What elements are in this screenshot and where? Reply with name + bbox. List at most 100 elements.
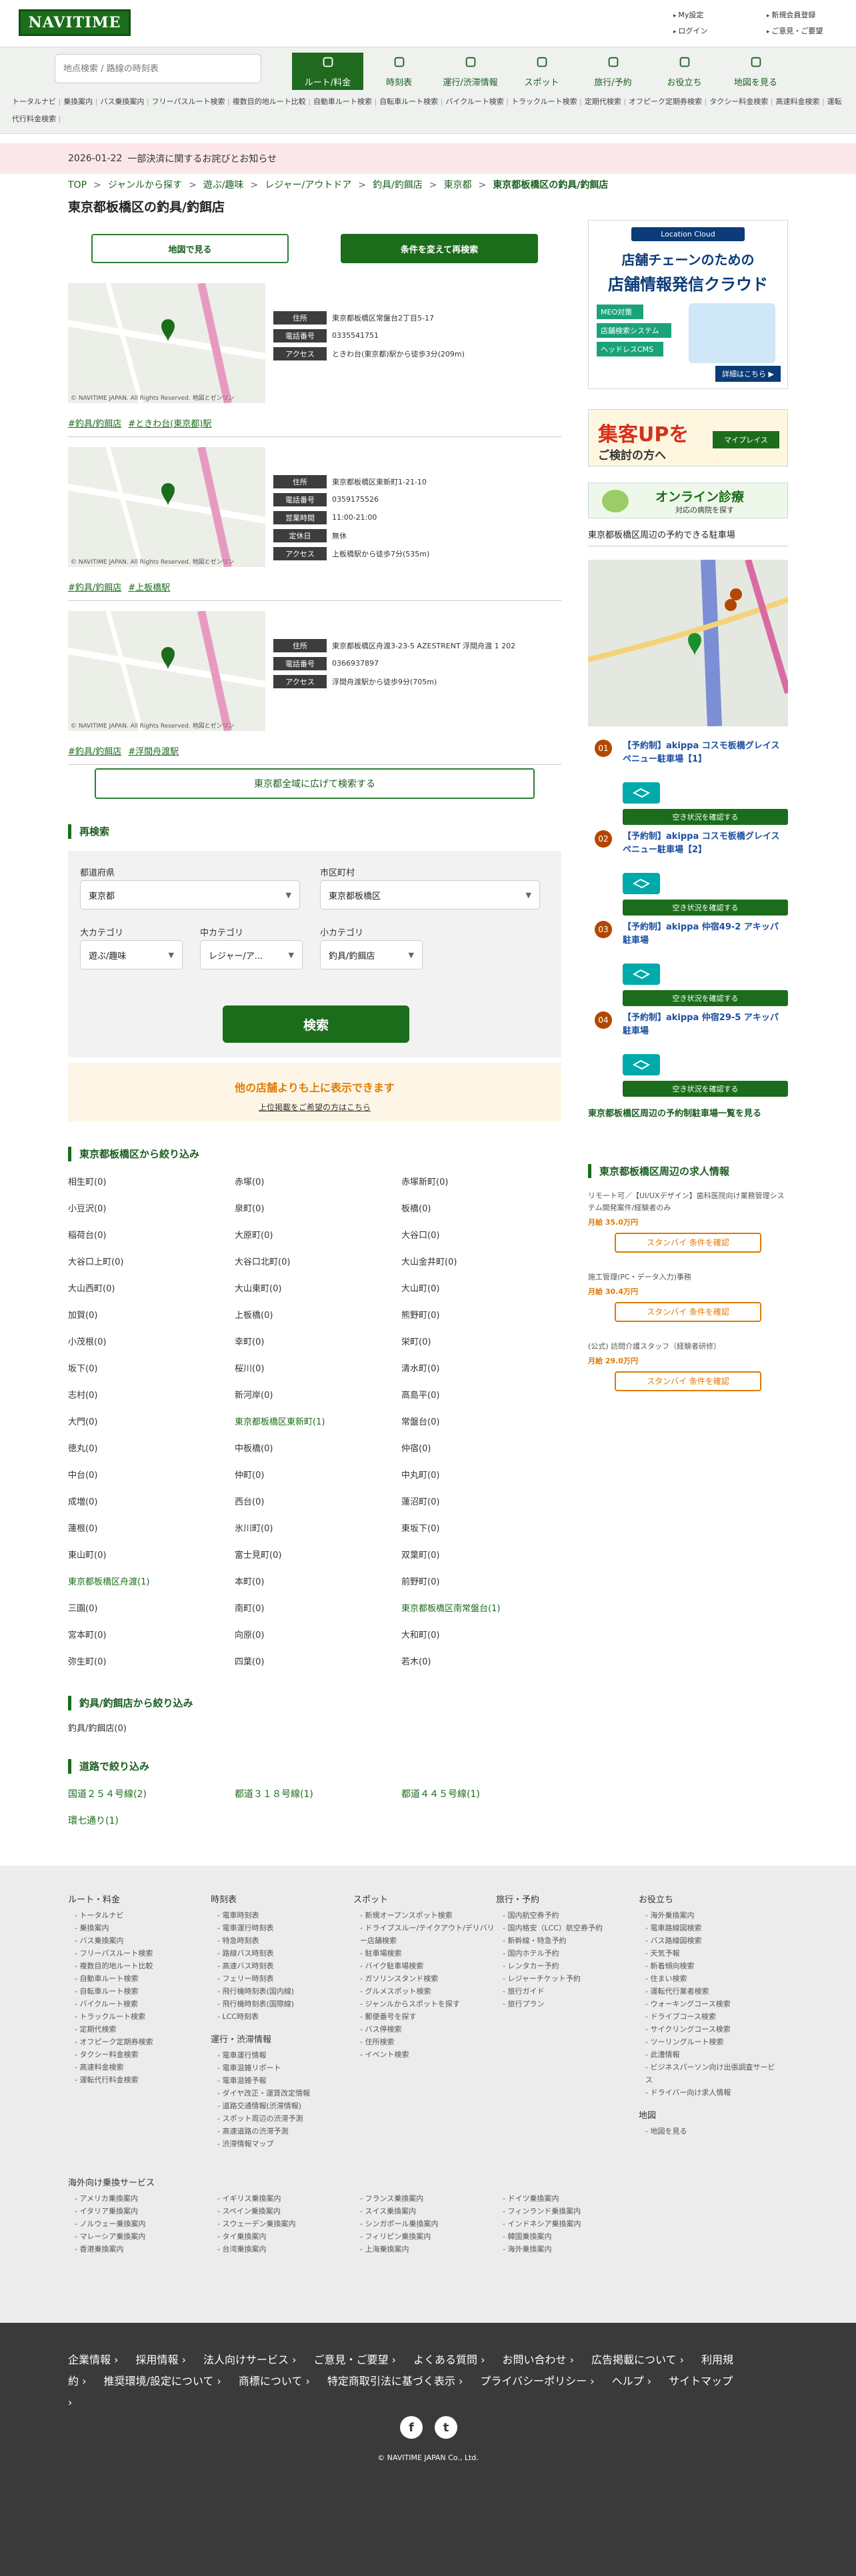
breadcrumb-item[interactable]: 遊ぶ/趣味 — [203, 180, 244, 191]
shop-map[interactable]: © NAVITIME JAPAN. All Rights Reserved. 地… — [68, 611, 265, 731]
cat2-select[interactable]: レジャー/ア... ▼ — [200, 940, 303, 969]
footer-link[interactable]: ドライブスルー/テイクアウト/デリバリー店舗検索 — [353, 1922, 496, 1947]
footer-link[interactable]: 地図を見る — [639, 2125, 781, 2138]
footer-bar-link[interactable]: お問い合わせ — [503, 2353, 575, 2366]
area-item[interactable]: 坂下(0) — [68, 1361, 235, 1377]
area-item[interactable]: 仲宿(0) — [401, 1441, 561, 1457]
footer-link[interactable]: バス乗換案内 — [68, 1934, 211, 1947]
footer-link[interactable]: 旅行プラン — [496, 1998, 639, 2010]
subnav-item[interactable]: タクシー料金検索 — [709, 97, 773, 106]
job-desc[interactable]: (公式) 訪問介護スタッフ（経験者研修） — [588, 1341, 788, 1353]
footer-link[interactable]: 電車運行時刻表 — [211, 1922, 353, 1934]
area-item[interactable]: 高島平(0) — [401, 1388, 561, 1404]
area-item[interactable]: 蓮沼町(0) — [401, 1495, 561, 1511]
expand-search-button[interactable]: 東京都全域に広げて検索する — [95, 768, 535, 799]
area-item[interactable]: 大谷口(0) — [401, 1228, 561, 1244]
footer-bar-link[interactable]: 企業情報 — [68, 2353, 119, 2366]
footer-link[interactable]: 電車運行情報 — [211, 2049, 353, 2062]
footer-link[interactable]: グルメスポット検索 — [353, 1985, 496, 1998]
footer-heading[interactable]: お役立ち — [639, 1892, 781, 1905]
footer-link[interactable]: バイクルート検索 — [68, 1998, 211, 2010]
footer-link[interactable]: 国内格安（LCC）航空券予約 — [496, 1922, 639, 1934]
shop-tag[interactable]: #釣具/釣餌店 — [68, 583, 121, 593]
footer-bar-link[interactable]: ご意見・ご要望 — [314, 2353, 397, 2366]
footer-link[interactable]: 国内航空券予約 — [496, 1909, 639, 1922]
area-item[interactable]: 熊野町(0) — [401, 1308, 561, 1324]
area-item[interactable]: 志村(0) — [68, 1388, 235, 1404]
footer-link[interactable]: ウォーキングコース検索 — [639, 1998, 781, 2010]
footer-link[interactable]: 高速バス時刻表 — [211, 1960, 353, 1972]
overseas-link[interactable]: アメリカ乗換案内 — [68, 2192, 211, 2205]
overseas-link[interactable]: 香港乗換案内 — [68, 2243, 211, 2255]
area-item[interactable]: 相生町(0) — [68, 1175, 235, 1191]
footer-link[interactable]: 電車混雑予報 — [211, 2074, 353, 2087]
tab-2[interactable]: 運行/渋滞情報 — [435, 53, 506, 90]
parking-name[interactable]: 【予約制】akippa コスモ板橋グレイスペニュー駐車場【1】 — [623, 740, 783, 766]
footer-heading[interactable]: 時刻表 — [211, 1892, 353, 1905]
parking-name[interactable]: 【予約制】akippa 仲宿49-2 アキッパ駐車場 — [623, 921, 783, 948]
footer-link[interactable]: 電車時刻表 — [211, 1909, 353, 1922]
footer-bar-link[interactable]: 広告掲載について — [591, 2353, 684, 2366]
footer-bar-link[interactable]: プライバシーポリシー — [480, 2375, 594, 2387]
parking-name[interactable]: 【予約制】akippa 仲宿29-5 アキッパ駐車場 — [623, 1011, 783, 1038]
footer-link[interactable]: 飛行機時刻表(国内線) — [211, 1985, 353, 1998]
footer-bar-link[interactable]: 採用情報 — [136, 2353, 187, 2366]
area-item[interactable]: 赤塚(0) — [235, 1175, 401, 1191]
my-settings-link[interactable]: My設定 — [673, 9, 767, 20]
footer-link[interactable]: 複数目的地ルート比較 — [68, 1960, 211, 1972]
footer-bar-link[interactable]: 特定商取引法に基づく表示 — [327, 2375, 463, 2387]
footer-heading[interactable]: 運行・渋滞情報 — [211, 2032, 353, 2045]
subnav-item[interactable]: バス乗換案内 — [100, 97, 149, 106]
footer-link[interactable]: 新着傾向検索 — [639, 1960, 781, 1972]
area-item[interactable]: 中板橋(0) — [235, 1441, 401, 1457]
shop-map[interactable]: © NAVITIME JAPAN. All Rights Reserved. 地… — [68, 283, 265, 403]
footer-link[interactable]: 高速料金検索 — [68, 2061, 211, 2074]
footer-link[interactable]: 住所検索 — [353, 2036, 496, 2048]
footer-link[interactable]: トラックルート検索 — [68, 2010, 211, 2023]
area-item[interactable]: 小茂根(0) — [68, 1335, 235, 1351]
facebook-icon[interactable]: f — [400, 2416, 423, 2439]
area-item[interactable]: 小豆沢(0) — [68, 1201, 235, 1217]
check-availability-button[interactable]: 空き状況を確認する — [623, 990, 788, 1006]
job-desc[interactable]: 施工管理(PC・データ入力)事務 — [588, 1271, 788, 1283]
area-item[interactable]: 双葉町(0) — [401, 1548, 561, 1564]
area-item[interactable]: 若木(0) — [401, 1654, 561, 1670]
footer-bar-link[interactable]: ヘルプ — [612, 2375, 652, 2387]
job-button[interactable]: スタンバイ 条件を確認 — [615, 1371, 761, 1391]
footer-link[interactable]: 電車路線図検索 — [639, 1922, 781, 1934]
tab-3[interactable]: スポット — [506, 53, 577, 90]
footer-link[interactable]: タクシー料金検索 — [68, 2048, 211, 2061]
promo-link[interactable]: 上位掲載をご希望の方はこちら — [68, 1101, 561, 1113]
breadcrumb-item[interactable]: 東京都 — [443, 180, 471, 191]
footer-link[interactable]: 新規オープンスポット検索 — [353, 1909, 496, 1922]
footer-link[interactable]: ドライブコース検索 — [639, 2010, 781, 2023]
footer-link[interactable]: 郵便番号を探す — [353, 2010, 496, 2023]
road-item[interactable]: 都道４４５号線(1) — [401, 1787, 561, 1800]
job-desc[interactable]: リモート可／【UI/UXデザイン】歯科医院向け業務管理システム開発案件/経験者の… — [588, 1190, 788, 1214]
overseas-link[interactable]: 上海乗換案内 — [353, 2243, 496, 2255]
footer-bar-link[interactable]: 法人向けサービス — [203, 2353, 297, 2366]
parking-more-link[interactable]: 東京都板橋区周辺の予約制駐車場一覧を見る — [588, 1106, 788, 1119]
area-item[interactable]: 大原町(0) — [235, 1228, 401, 1244]
area-item[interactable]: 東坂下(0) — [401, 1521, 561, 1537]
tab-0[interactable]: ルート/料金 — [292, 53, 363, 90]
footer-link[interactable]: 自転車ルート検索 — [68, 1985, 211, 1998]
overseas-link[interactable]: ノルウェー乗換案内 — [68, 2218, 211, 2230]
footer-link[interactable]: 乗換案内 — [68, 1922, 211, 1934]
footer-link[interactable]: レンタカー予約 — [496, 1960, 639, 1972]
overseas-link[interactable]: スウェーデン乗換案内 — [211, 2218, 353, 2230]
footer-link[interactable]: 新幹線・特急予約 — [496, 1934, 639, 1947]
subnav-item[interactable]: 定期代検索 — [585, 97, 626, 106]
area-item[interactable]: 南町(0) — [235, 1601, 401, 1617]
footer-link[interactable]: 渋滞情報マップ — [211, 2138, 353, 2150]
footer-link[interactable]: LCC時刻表 — [211, 2010, 353, 2023]
area-item[interactable]: 大谷口北町(0) — [235, 1255, 401, 1271]
footer-heading[interactable]: 地図 — [639, 2108, 781, 2121]
road-item[interactable]: 環七通り(1) — [68, 1814, 235, 1827]
footer-link[interactable]: バス路線図検索 — [639, 1934, 781, 1947]
cat1-select[interactable]: 遊ぶ/趣味 ▼ — [80, 940, 183, 969]
subnav-item[interactable]: 乗換案内 — [63, 97, 97, 106]
navitime-logo[interactable]: NAVITIME — [19, 9, 131, 36]
cat3-select[interactable]: 釣具/釣餌店 ▼ — [320, 940, 423, 969]
area-item[interactable]: 泉町(0) — [235, 1201, 401, 1217]
